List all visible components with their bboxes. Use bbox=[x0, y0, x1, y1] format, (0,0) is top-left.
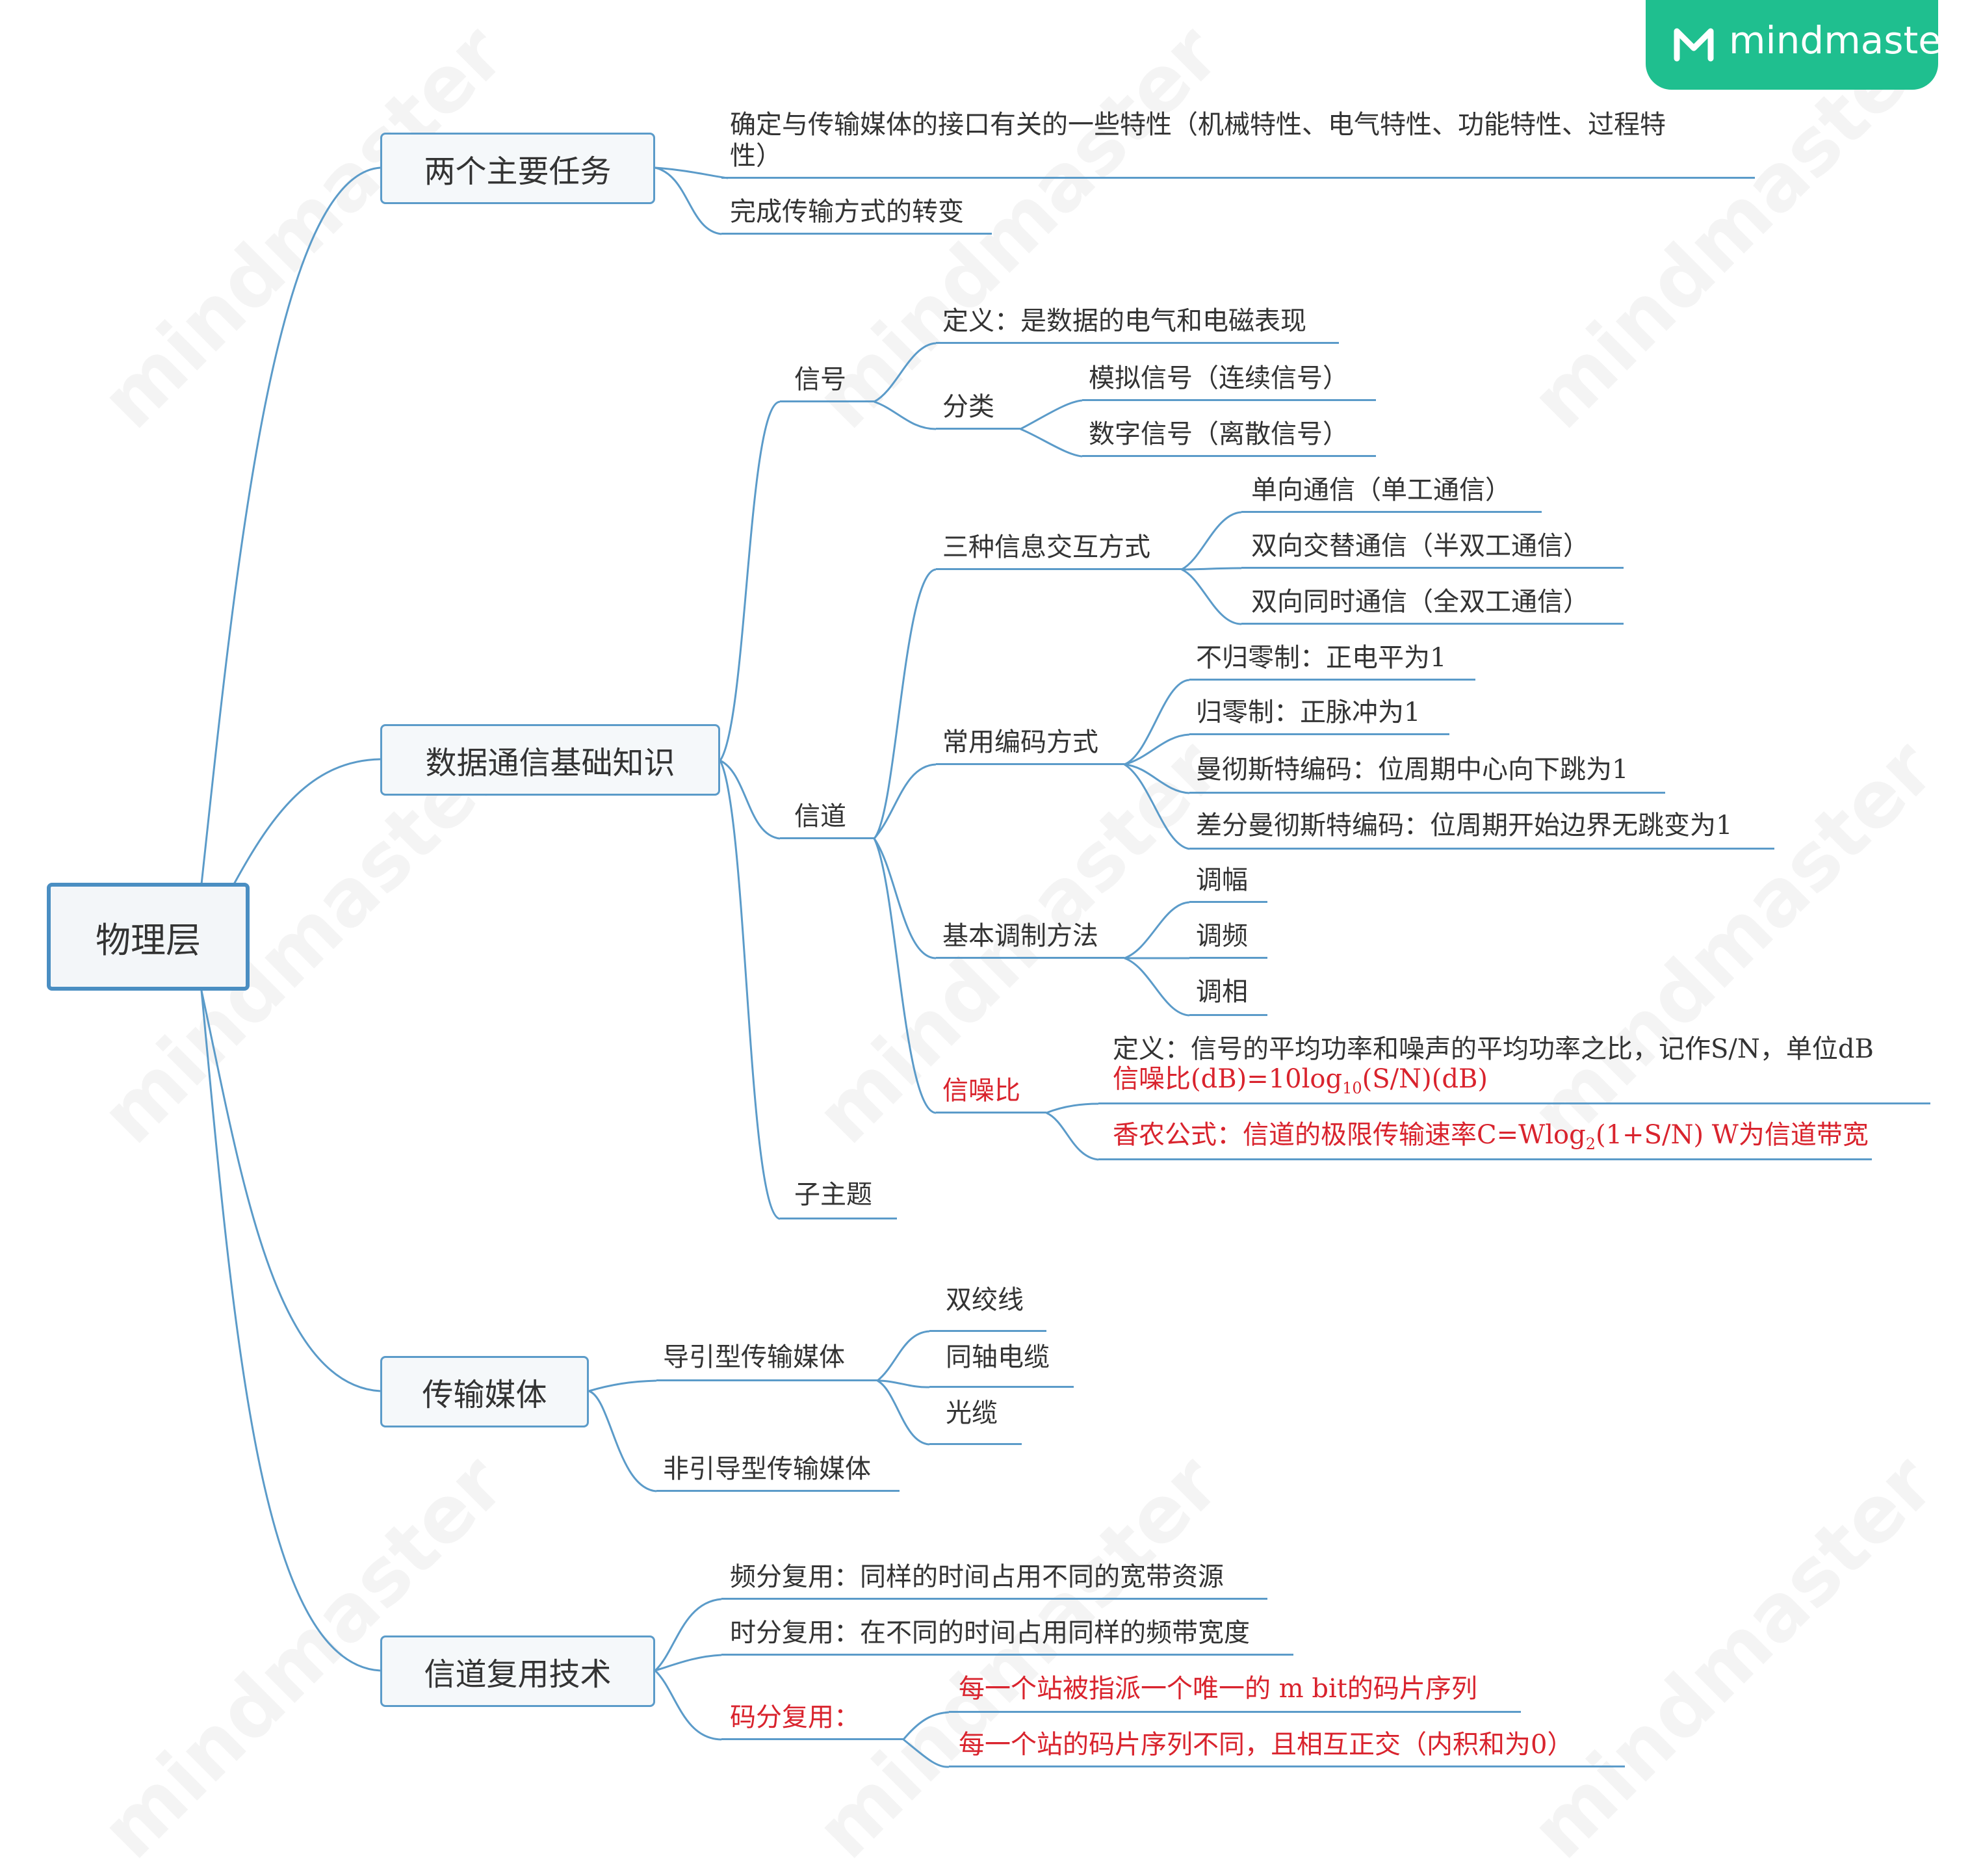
underline bbox=[721, 1654, 1293, 1656]
mux-fdm[interactable]: 频分复用：同样的时间占用不同的宽带资源 bbox=[730, 1561, 1224, 1593]
mode-half-duplex[interactable]: 双向交替通信（半双工通信） bbox=[1251, 530, 1589, 562]
underline bbox=[721, 177, 1755, 179]
media-twisted-pair[interactable]: 双绞线 bbox=[946, 1284, 1024, 1316]
encoding-manchester[interactable]: 曼彻斯特编码：位周期中心向下跳为1 bbox=[1196, 754, 1628, 785]
mind-map-canvas: mindmaster mindmaster mindmaster mindmas… bbox=[0, 0, 1970, 1876]
encoding-diff-manchester[interactable]: 差分曼彻斯特编码：位周期开始边界无跳变为1 bbox=[1196, 810, 1732, 841]
node-guided-media[interactable]: 导引型传输媒体 bbox=[663, 1342, 845, 1373]
brand-logo: mindmaster bbox=[1646, 0, 1957, 90]
cdm-orthogonal[interactable]: 每一个站的码片序列不同，且相互正交（内积和为0） bbox=[959, 1729, 1573, 1760]
signal-analog[interactable]: 模拟信号（连续信号） bbox=[1089, 363, 1349, 394]
underline bbox=[721, 1738, 903, 1740]
connector-lines bbox=[200, 166, 1242, 1768]
cdm-chip-sequence[interactable]: 每一个站被指派一个唯一的 m bit的码片序列 bbox=[959, 1673, 1477, 1704]
node-interaction-modes[interactable]: 三种信息交互方式 bbox=[942, 532, 1150, 563]
topic-channel-multiplexing[interactable]: 信道复用技术 bbox=[380, 1635, 655, 1707]
modulation-pm[interactable]: 调相 bbox=[1196, 976, 1248, 1008]
underline bbox=[656, 1490, 900, 1492]
task-transmission-conversion[interactable]: 完成传输方式的转变 bbox=[730, 196, 964, 228]
underline bbox=[929, 1386, 1074, 1388]
underline bbox=[721, 1598, 1267, 1600]
underline bbox=[1189, 848, 1774, 850]
underline bbox=[656, 1379, 877, 1381]
mode-simplex[interactable]: 单向通信（单工通信） bbox=[1251, 475, 1511, 506]
node-snr[interactable]: 信噪比 bbox=[942, 1075, 1020, 1106]
node-encoding[interactable]: 常用编码方式 bbox=[942, 727, 1098, 758]
underline bbox=[949, 1765, 1625, 1767]
modulation-fm[interactable]: 调频 bbox=[1196, 920, 1248, 952]
node-signal-category[interactable]: 分类 bbox=[942, 391, 994, 423]
mode-full-duplex[interactable]: 双向同时通信（全双工通信） bbox=[1251, 586, 1589, 618]
underline bbox=[936, 957, 1124, 959]
underline bbox=[936, 568, 1182, 570]
mindmaster-logo-icon bbox=[1674, 28, 1714, 62]
task-interface-characteristics[interactable]: 确定与传输媒体的接口有关的一些特性（机械特性、电气特性、功能特性、过程特 bbox=[730, 109, 1666, 140]
node-unguided-media[interactable]: 非引导型传输媒体 bbox=[663, 1453, 871, 1485]
underline bbox=[936, 342, 1339, 344]
node-cdm[interactable]: 码分复用： bbox=[730, 1702, 860, 1733]
underline bbox=[1189, 792, 1665, 794]
modulation-am[interactable]: 调幅 bbox=[1196, 865, 1248, 896]
underline bbox=[780, 400, 874, 402]
underline bbox=[929, 1443, 1022, 1445]
underline bbox=[949, 1711, 1521, 1713]
underline bbox=[929, 1330, 1046, 1332]
snr-definition[interactable]: 定义：信号的平均功率和噪声的平均功率之比，记作S/N，单位dB bbox=[1113, 1034, 1874, 1065]
mux-tdm[interactable]: 时分复用：在不同的时间占用同样的频带宽度 bbox=[730, 1617, 1250, 1648]
signal-definition[interactable]: 定义：是数据的电气和电磁表现 bbox=[942, 306, 1306, 337]
underline bbox=[721, 233, 992, 235]
node-channel[interactable]: 信道 bbox=[794, 801, 846, 832]
underline bbox=[1241, 511, 1542, 513]
signal-digital[interactable]: 数字信号（离散信号） bbox=[1089, 419, 1349, 450]
underline bbox=[1189, 733, 1449, 735]
underline bbox=[1082, 455, 1376, 457]
topic-transmission-media[interactable]: 传输媒体 bbox=[380, 1356, 589, 1427]
media-coax[interactable]: 同轴电缆 bbox=[946, 1342, 1050, 1373]
underline bbox=[936, 763, 1124, 765]
snr-formula[interactable]: 信噪比(dB)=10log10(S/N)(dB) bbox=[1113, 1063, 1488, 1104]
underline bbox=[1189, 1014, 1267, 1016]
encoding-nrz[interactable]: 不归零制：正电平为1 bbox=[1196, 642, 1446, 673]
underline bbox=[1241, 567, 1624, 569]
task-interface-characteristics-cont: 性） bbox=[730, 141, 782, 171]
underline bbox=[936, 428, 1020, 430]
underline bbox=[936, 1112, 1046, 1114]
node-signal[interactable]: 信号 bbox=[794, 364, 846, 395]
media-fiber[interactable]: 光缆 bbox=[946, 1398, 998, 1429]
topic-data-communication[interactable]: 数据通信基础知识 bbox=[380, 724, 720, 796]
underline bbox=[1082, 399, 1376, 401]
underline bbox=[780, 837, 874, 839]
shannon-formula[interactable]: 香农公式：信道的极限传输速率C=Wlog2(1+S/N) W为信道带宽 bbox=[1113, 1119, 1869, 1160]
underline bbox=[1189, 679, 1475, 681]
topic-tasks[interactable]: 两个主要任务 bbox=[380, 133, 655, 204]
encoding-rz[interactable]: 归零制：正脉冲为1 bbox=[1196, 697, 1420, 728]
underline bbox=[1241, 623, 1624, 625]
underline bbox=[780, 1218, 897, 1219]
underline bbox=[1189, 957, 1267, 959]
node-modulation[interactable]: 基本调制方法 bbox=[942, 920, 1098, 952]
root-node[interactable]: 物理层 bbox=[47, 883, 250, 991]
node-subtopic[interactable]: 子主题 bbox=[794, 1179, 872, 1210]
brand-name: mindmaster bbox=[1729, 18, 1957, 62]
underline bbox=[1189, 901, 1267, 903]
